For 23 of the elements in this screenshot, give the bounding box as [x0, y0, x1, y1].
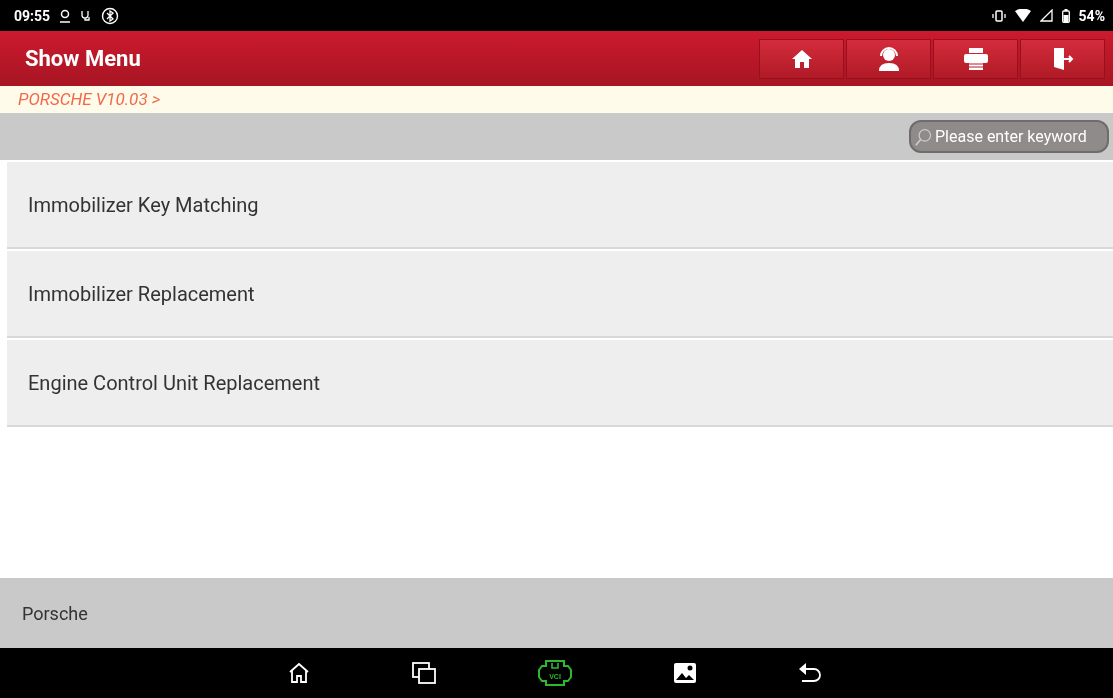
printer-icon: [962, 46, 989, 71]
exit-button[interactable]: [1020, 38, 1105, 79]
footer-label: Porsche: [22, 602, 88, 624]
support-button[interactable]: [846, 38, 931, 79]
signal-icon: [1039, 9, 1053, 22]
search-field[interactable]: Please enter keyword: [909, 120, 1109, 153]
bluetooth-icon: [101, 6, 120, 25]
back-icon[interactable]: [797, 662, 823, 684]
print-button[interactable]: [933, 38, 1018, 79]
gallery-icon[interactable]: [673, 662, 697, 684]
page-title: Show Menu: [25, 46, 142, 71]
menu-item[interactable]: Immobilizer Key Matching: [7, 162, 1113, 249]
recent-apps-icon[interactable]: [411, 661, 437, 685]
home-icon: [790, 47, 813, 70]
battery-percent: 54%: [1078, 7, 1105, 24]
menu-item[interactable]: Immobilizer Replacement: [7, 251, 1113, 338]
menu-item[interactable]: Engine Control Unit Replacement: [7, 340, 1113, 427]
vibrate-icon: [991, 9, 1006, 22]
home-icon[interactable]: [287, 661, 311, 685]
wifi-icon: [1014, 9, 1031, 22]
battery-icon: [1061, 8, 1070, 23]
home-button[interactable]: [759, 38, 844, 79]
clock-time: 09:55: [14, 7, 51, 24]
